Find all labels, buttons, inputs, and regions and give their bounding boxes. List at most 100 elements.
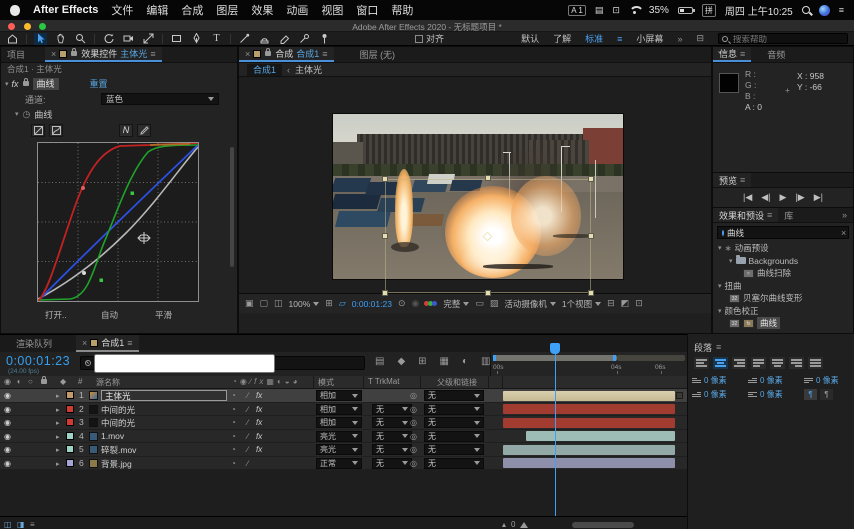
tree-category-distort[interactable]: ▾ 扭曲 xyxy=(713,280,853,293)
switches-column-icons[interactable]: ◔◉∕fx▦◐◒◕ xyxy=(232,377,300,386)
blend-mode-select[interactable]: 相加 xyxy=(316,404,362,415)
work-area-end-handle[interactable] xyxy=(613,355,616,361)
dual-view-icon[interactable]: ◫ xyxy=(274,298,283,309)
lock-icon[interactable] xyxy=(265,51,271,56)
shy-icon[interactable]: ◔ xyxy=(231,432,236,441)
space-after-field[interactable]: 0 像素 xyxy=(748,389,804,400)
justify-last-center-button[interactable] xyxy=(770,357,785,369)
resolution-select[interactable]: 完整 xyxy=(443,298,469,310)
shy-icon[interactable]: ◔ xyxy=(231,459,236,468)
time-ruler[interactable]: 00s 04s 06s xyxy=(490,352,687,376)
parent-select[interactable]: 无 xyxy=(424,458,484,469)
mini-flowchart-icon[interactable]: ⊡ xyxy=(635,298,643,309)
fx-icon[interactable]: fx xyxy=(256,418,262,427)
workspace-standard[interactable]: 标准 xyxy=(585,32,603,45)
parent-select[interactable]: 无 xyxy=(424,390,484,401)
app-menu[interactable]: After Effects xyxy=(33,4,98,16)
stage-manager-icon[interactable]: ▤ xyxy=(595,5,604,16)
clone-stamp-tool[interactable] xyxy=(258,33,271,45)
fx-icon[interactable]: fx xyxy=(256,445,262,454)
trkmat-select[interactable]: 无 xyxy=(372,417,412,428)
zoom-in-frames-icon[interactable] xyxy=(520,522,528,528)
frame-blend-icon[interactable]: ▦ xyxy=(440,356,449,367)
solo-column-icon[interactable]: ○ xyxy=(28,377,33,386)
layer-row-1[interactable]: ◉ ▸ 1 主体光 ◔ ∕ fx 相加 ◎ 无 xyxy=(0,389,687,403)
menu-clock[interactable]: 周四 上午10:25 xyxy=(725,3,793,18)
stopwatch-icon[interactable]: ◷ xyxy=(23,109,31,120)
hide-shy-icon[interactable]: ⊞ xyxy=(418,356,426,367)
expand-icon[interactable]: ▾ xyxy=(718,307,722,315)
pencil-curve-tool-icon[interactable] xyxy=(49,124,63,137)
label-color-chip[interactable] xyxy=(66,418,74,426)
align-right-button[interactable] xyxy=(732,357,747,369)
control-center-icon[interactable]: ≡ xyxy=(839,5,844,15)
expand-effect-icon[interactable]: ▾ xyxy=(5,80,9,88)
reset-button[interactable]: 重置 xyxy=(90,77,108,90)
expand-icon[interactable]: ▸ xyxy=(56,392,60,400)
tree-item-bezier-warp[interactable]: 32 贝塞尔曲线变形 xyxy=(713,292,853,305)
justify-all-button[interactable] xyxy=(808,357,823,369)
trkmat-column[interactable]: T TrkMat xyxy=(368,377,399,386)
pickwhip-icon[interactable]: ◎ xyxy=(410,459,417,468)
quality-icon[interactable]: ∕ xyxy=(247,432,248,441)
eye-icon[interactable]: ◉ xyxy=(4,391,11,400)
space-before-field[interactable]: 0 像素 xyxy=(804,375,854,386)
eye-icon[interactable]: ◉ xyxy=(4,405,11,414)
tab-composition[interactable]: × 合成 合成1 ≡ xyxy=(239,47,334,62)
open-curve-button[interactable]: 打开.. xyxy=(45,309,67,321)
pickwhip-icon[interactable]: ◎ xyxy=(410,405,417,414)
layer-row-3[interactable]: ◉ ▸ 3 中间的光 ◔ ∕ fx 相加 无 ◎ 无 xyxy=(0,416,687,430)
fx-icon[interactable]: fx xyxy=(256,405,262,414)
timeline-horizontal-scrollbar[interactable] xyxy=(572,522,634,528)
secondary-monitor-icon[interactable]: ▢ xyxy=(260,298,269,309)
label-column-icon[interactable]: ◆ xyxy=(60,377,66,386)
clear-search-icon[interactable]: × xyxy=(841,228,846,238)
zoom-tool[interactable] xyxy=(74,33,87,45)
type-tool[interactable]: T xyxy=(210,33,223,45)
label-color-chip[interactable] xyxy=(66,445,74,453)
shy-icon[interactable]: ◔ xyxy=(231,405,236,414)
toggle-switches-modes-icon[interactable]: ◨ xyxy=(17,520,25,529)
expand-icon[interactable]: ▸ xyxy=(56,419,60,427)
first-frame-button[interactable]: |◀ xyxy=(743,192,752,203)
selection-handle[interactable] xyxy=(382,176,388,182)
blend-mode-select[interactable]: 正常 xyxy=(316,458,362,469)
timeline-search[interactable] xyxy=(80,356,365,370)
quality-icon[interactable]: ∕ xyxy=(247,391,248,400)
label-color-chip[interactable] xyxy=(66,405,74,413)
selection-handle[interactable] xyxy=(588,290,594,296)
trkmat-select[interactable]: 无 xyxy=(372,458,412,469)
shy-icon[interactable]: ◔ xyxy=(231,418,236,427)
layer-row-6[interactable]: ◉ ▸ 6 背景.jpg ◔ ∕ 正常 无 ◎ 无 xyxy=(0,457,687,471)
play-button[interactable]: ▶ xyxy=(780,192,787,203)
expand-icon[interactable]: ▸ xyxy=(56,460,60,468)
layer-duration-bar[interactable] xyxy=(503,445,675,455)
breadcrumb-layer[interactable]: 主体光 xyxy=(295,63,322,76)
blend-mode-select[interactable]: 亮光 xyxy=(316,444,362,455)
help-search[interactable] xyxy=(718,33,848,44)
eraser-tool[interactable] xyxy=(278,33,291,45)
layer-duration-bar[interactable] xyxy=(526,431,675,441)
tab-preview[interactable]: 预览≡ xyxy=(713,173,751,187)
layer-row-2[interactable]: ◉ ▸ 2 中间的光 ◔ ∕ fx 相加 无 ◎ 无 xyxy=(0,403,687,417)
more-workspaces-icon[interactable]: » xyxy=(677,34,682,44)
pen-tool[interactable] xyxy=(190,33,203,45)
justify-last-right-button[interactable] xyxy=(789,357,804,369)
effects-search[interactable]: × xyxy=(717,226,849,239)
panel-menu-icon[interactable]: ≡ xyxy=(740,49,745,59)
show-snapshot-icon[interactable]: ◉ xyxy=(412,298,420,309)
smoother-button[interactable]: N xyxy=(119,124,133,137)
layer-row-4[interactable]: ◉ ▸ 4 1.mov ◔ ∕ fx 亮光 无 ◎ 无 xyxy=(0,430,687,444)
tab-libraries[interactable]: 库 xyxy=(778,208,799,222)
audio-column-icon[interactable]: ◖ xyxy=(16,377,21,386)
current-timecode[interactable]: 0:00:01:23 xyxy=(6,354,70,368)
smooth-curve-button[interactable]: 平滑 xyxy=(155,309,172,321)
selection-handle[interactable] xyxy=(485,175,491,181)
prev-frame-button[interactable]: ◀| xyxy=(761,192,770,203)
close-icon[interactable]: × xyxy=(82,338,87,348)
workspace-learn[interactable]: 了解 xyxy=(553,32,571,45)
channel-select[interactable]: 蓝色 xyxy=(101,93,219,105)
workspace-menu-icon[interactable]: ≡ xyxy=(617,34,622,44)
transparency-grid-icon[interactable]: ▨ xyxy=(490,298,499,309)
blend-mode-select[interactable]: 相加 xyxy=(316,417,362,428)
